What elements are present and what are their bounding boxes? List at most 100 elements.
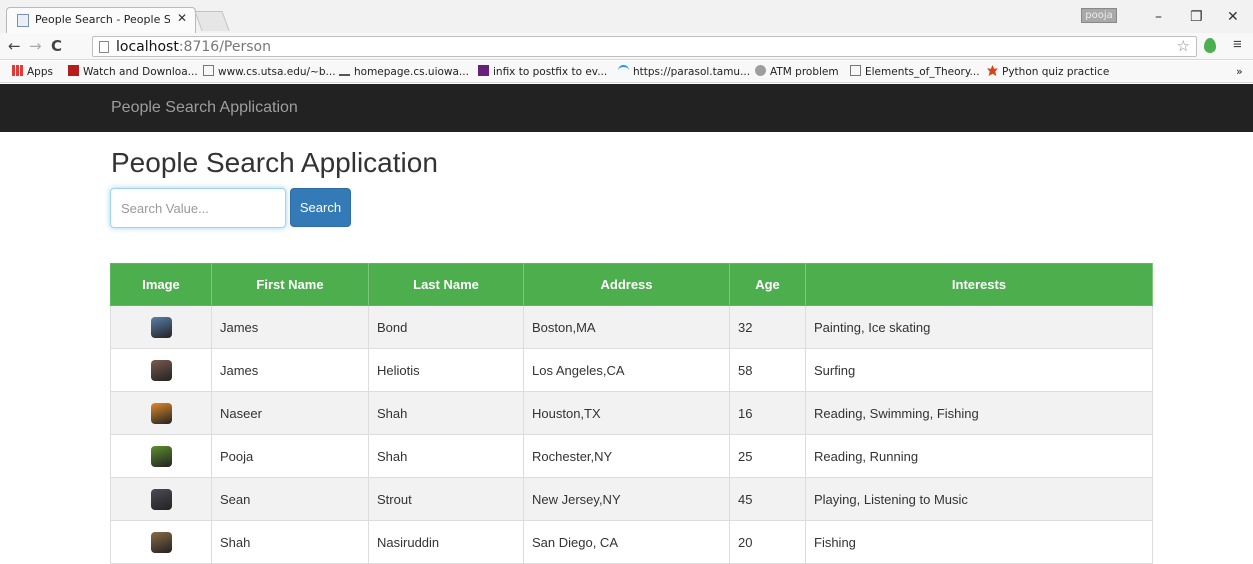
age-cell: 16 (729, 391, 806, 435)
table-header-row: Image First Name Last Name Address Age I… (110, 263, 1153, 306)
table-row: Shah Nasiruddin San Diego, CA 20 Fishing (110, 520, 1153, 564)
first-name-cell: Pooja (211, 434, 369, 478)
person-image-cell (110, 391, 212, 435)
url-path: :8716/Person (178, 39, 271, 55)
table-row: Pooja Shah Rochester,NY 25 Reading, Running (110, 434, 1153, 478)
person-image-cell (110, 477, 212, 521)
table-row: James Bond Boston,MA 32 Painting, Ice skatin… (110, 305, 1153, 349)
last-name-cell: Strout (368, 477, 524, 521)
first-name-cell: Shah (211, 520, 369, 564)
landscape-thumb (150, 316, 172, 338)
profile-button[interactable]: pooja (1081, 8, 1117, 23)
search-button[interactable]: Search (290, 188, 351, 227)
new-tab-button[interactable] (194, 11, 230, 31)
last-name-cell: Shah (368, 434, 524, 478)
person-image-cell (110, 305, 212, 349)
arc-icon (618, 65, 629, 76)
search-input[interactable] (110, 188, 286, 228)
address-cell: San Diego, CA (523, 520, 730, 564)
sunset-thumb (150, 402, 172, 424)
interests-cell: Painting, Ice skating (805, 305, 1153, 349)
bookmark-apps[interactable]: Apps (12, 65, 53, 78)
person-image-cell (110, 434, 212, 478)
tab-close-icon[interactable]: ✕ (177, 11, 187, 25)
column-header-image: Image (110, 263, 212, 306)
close-window-icon[interactable]: ✕ (1227, 9, 1239, 25)
page-icon (850, 65, 861, 76)
page-favicon-icon (17, 14, 29, 27)
last-name-cell: Nasiruddin (368, 520, 524, 564)
vegetables-thumb (150, 445, 172, 467)
last-name-cell: Shah (368, 391, 524, 435)
table-row: James Heliotis Los Angeles,CA 58 Surfing (110, 348, 1153, 392)
lion-thumb (150, 531, 172, 553)
vs-icon (478, 65, 489, 76)
bookmark-item[interactable]: ATM problem (755, 65, 839, 78)
evernote-extension-icon[interactable] (1204, 38, 1216, 53)
page-icon (99, 41, 109, 53)
address-cell: Boston,MA (523, 305, 730, 349)
column-header-first-name: First Name (211, 263, 369, 306)
table-row: Sean Strout New Jersey,NY 45 Playing, Listen… (110, 477, 1153, 521)
page-title: People Search Application (111, 147, 438, 178)
age-cell: 32 (729, 305, 806, 349)
jellyfish-thumb (150, 488, 172, 510)
interests-cell: Playing, Listening to Music (805, 477, 1153, 521)
reload-icon[interactable]: C (51, 37, 62, 55)
url-text[interactable]: localhost:8716/Person (116, 39, 271, 55)
browser-tab[interactable]: People Search - People Se ✕ (6, 7, 196, 33)
movie-icon (68, 65, 79, 76)
bookmark-star-icon[interactable]: ☆ (1177, 37, 1190, 55)
bookmarks-bar: Apps Watch and Downloa... www.cs.utsa.ed… (0, 61, 1253, 83)
last-name-cell: Bond (368, 305, 524, 349)
address-cell: Los Angeles,CA (523, 348, 730, 392)
bookmark-item[interactable]: Watch and Downloa... (68, 65, 198, 78)
browser-toolbar: ← → C localhost:8716/Person ☆ (0, 33, 1253, 60)
column-header-address: Address (523, 263, 730, 306)
bookmark-item[interactable]: Elements_of_Theory... (850, 65, 980, 78)
interests-cell: Fishing (805, 520, 1153, 564)
first-name-cell: James (211, 305, 369, 349)
app-navbar: People Search Application (0, 84, 1253, 132)
person-image-cell (110, 520, 212, 564)
navbar-brand[interactable]: People Search Application (111, 99, 298, 117)
people-table: Image First Name Last Name Address Age I… (110, 263, 1153, 564)
back-arrow-icon[interactable]: ← (8, 37, 21, 55)
age-cell: 58 (729, 348, 806, 392)
forward-arrow-icon[interactable]: → (29, 37, 42, 55)
bookmark-item[interactable]: www.cs.utsa.edu/~b... (203, 65, 336, 78)
age-cell: 20 (729, 520, 806, 564)
tab-strip: People Search - People Se ✕ pooja – ❐ ✕ (0, 0, 1253, 33)
first-name-cell: Sean (211, 477, 369, 521)
last-name-cell: Heliotis (368, 348, 524, 392)
interests-cell: Reading, Running (805, 434, 1153, 478)
column-header-interests: Interests (805, 263, 1153, 306)
bookmark-item[interactable]: homepage.cs.uiowa... (339, 65, 469, 78)
menu-icon[interactable]: ≡ (1233, 36, 1242, 53)
first-name-cell: James (211, 348, 369, 392)
minimize-icon[interactable]: – (1155, 9, 1162, 25)
address-cell: Rochester,NY (523, 434, 730, 478)
column-header-age: Age (729, 263, 806, 306)
table-row: Naseer Shah Houston,TX 16 Reading, Swimming,… (110, 391, 1153, 435)
age-cell: 25 (729, 434, 806, 478)
bookmark-item[interactable]: https://parasol.tamu... (618, 65, 750, 78)
first-name-cell: Naseer (211, 391, 369, 435)
address-cell: Houston,TX (523, 391, 730, 435)
age-cell: 45 (729, 477, 806, 521)
bookmark-item[interactable]: infix to postfix to ev... (478, 65, 607, 78)
address-bar[interactable]: localhost:8716/Person ☆ (92, 36, 1197, 57)
restore-icon[interactable]: ❐ (1190, 9, 1203, 25)
column-header-last-name: Last Name (368, 263, 524, 306)
interests-cell: Reading, Swimming, Fishing (805, 391, 1153, 435)
person-image-cell (110, 348, 212, 392)
tab-title: People Search - People Se (35, 13, 170, 26)
bookmark-item[interactable]: Python quiz practice (987, 65, 1109, 78)
more-bookmarks-icon[interactable]: » (1236, 65, 1243, 78)
page-icon (203, 65, 214, 76)
interests-cell: Surfing (805, 348, 1153, 392)
address-cell: New Jersey,NY (523, 477, 730, 521)
abstract-thumb (150, 359, 172, 381)
globe-icon (755, 65, 766, 76)
apps-grid-icon (12, 65, 23, 76)
